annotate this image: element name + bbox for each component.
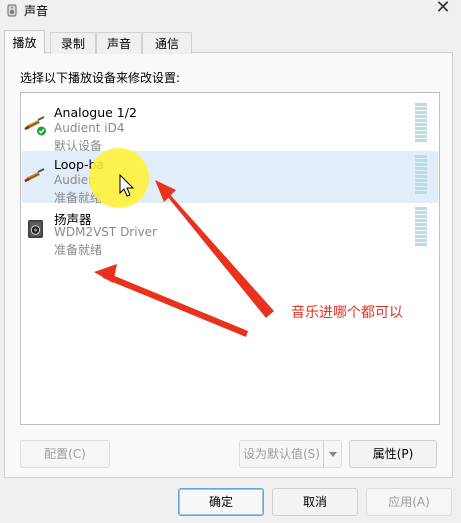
mouse-pointer-icon <box>119 173 135 197</box>
tab-playback[interactable]: 播放 <box>4 30 45 54</box>
annotation-note: 音乐进哪个都可以 <box>291 305 403 321</box>
annotation-arrows <box>94 173 274 337</box>
